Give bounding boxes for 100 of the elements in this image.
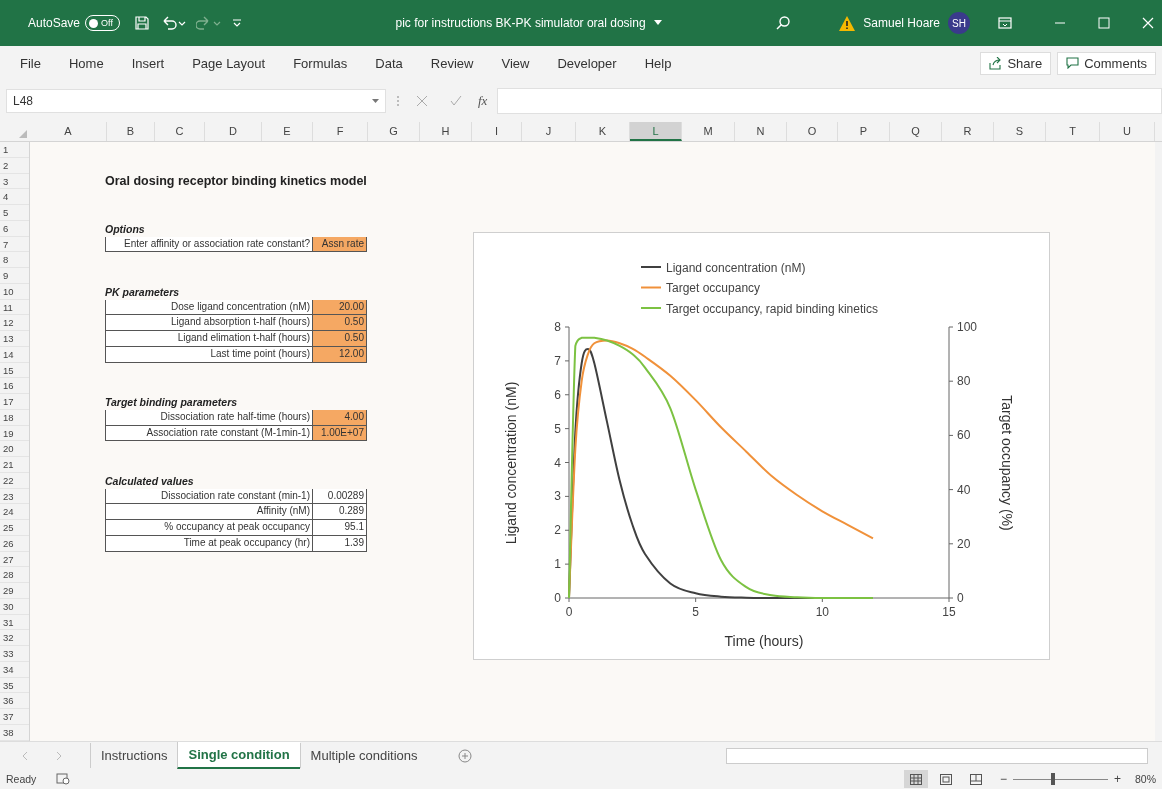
close-icon[interactable]	[1142, 17, 1154, 29]
row-header[interactable]: 25	[0, 520, 29, 536]
ribbon-display-icon[interactable]	[998, 17, 1012, 29]
value-cell[interactable]: 20.00	[313, 299, 367, 316]
row-header[interactable]: 8	[0, 252, 29, 268]
row-header[interactable]: 34	[0, 661, 29, 678]
column-header[interactable]: T	[1046, 122, 1100, 141]
row-header[interactable]: 1	[0, 142, 29, 158]
insert-function-button[interactable]: fx	[478, 93, 488, 109]
ribbon-tab[interactable]: Page Layout	[192, 55, 266, 71]
row-header[interactable]: 23	[0, 488, 29, 505]
ribbon-tab[interactable]: View	[501, 55, 530, 71]
search-icon[interactable]	[775, 15, 792, 31]
value-cell[interactable]: Assn rate	[313, 236, 367, 253]
macro-recorder-icon[interactable]	[56, 773, 71, 785]
row-header[interactable]: 27	[0, 551, 29, 568]
row-header[interactable]: 31	[0, 614, 29, 631]
column-header[interactable]: R	[942, 122, 994, 141]
row-header[interactable]: 9	[0, 268, 29, 284]
row-header[interactable]: 37	[0, 709, 29, 725]
ribbon-tab[interactable]: Review	[430, 55, 474, 71]
name-box[interactable]: L48	[6, 89, 386, 113]
row-header[interactable]: 5	[0, 205, 29, 221]
warning-icon[interactable]	[839, 15, 856, 31]
ribbon-tab[interactable]: File	[20, 55, 41, 71]
line-chart[interactable]: Ligand concentration (nM) Target occupancy Target occupancy, rapid binding kinetics 0 1 2 3 4 5 6 7 8 0 20 40 60 80 100 0 5 10 15 Time (hours) Ligand concentration (nM) Target occupancy (%)	[473, 232, 1050, 660]
row-header[interactable]: 17	[0, 394, 29, 410]
column-header[interactable]: P	[838, 122, 890, 141]
row-header[interactable]: 20	[0, 441, 29, 457]
normal-view-button[interactable]	[903, 770, 928, 788]
zoom-level[interactable]: 80%	[1135, 773, 1156, 785]
row-header[interactable]: 35	[0, 677, 29, 694]
row-header[interactable]: 19	[0, 425, 29, 442]
column-header[interactable]: S	[994, 122, 1046, 141]
user-name[interactable]: Samuel Hoare	[863, 16, 940, 30]
share-button[interactable]: Share	[980, 51, 1052, 75]
column-header[interactable]: Q	[890, 122, 942, 141]
row-header[interactable]: 38	[0, 724, 29, 741]
ribbon-tab[interactable]: Home	[68, 55, 104, 71]
row-header[interactable]: 33	[0, 646, 29, 662]
row-header[interactable]: 26	[0, 535, 29, 552]
row-header[interactable]: 12	[0, 315, 29, 331]
row-header[interactable]: 13	[0, 331, 29, 347]
column-header[interactable]: N	[735, 122, 787, 141]
zoom-out-button[interactable]: −	[999, 772, 1007, 786]
column-header[interactable]: D	[205, 122, 262, 141]
row-header[interactable]: 21	[0, 457, 29, 473]
row-header[interactable]: 15	[0, 362, 29, 379]
column-header[interactable]: L	[630, 122, 682, 141]
row-header[interactable]: 4	[0, 189, 29, 205]
row-header[interactable]: 30	[0, 598, 29, 615]
row-header[interactable]: 24	[0, 504, 29, 520]
row-header[interactable]: 32	[0, 630, 29, 646]
row-header[interactable]: 6	[0, 220, 29, 237]
row-header[interactable]: 36	[0, 693, 29, 709]
horizontal-scrollbar[interactable]	[726, 747, 1148, 764]
column-header[interactable]: I	[472, 122, 522, 141]
value-cell[interactable]: 0.50	[313, 315, 367, 331]
row-header[interactable]: 10	[0, 283, 29, 300]
maximize-icon[interactable]	[1098, 17, 1110, 29]
row-header[interactable]: 14	[0, 346, 29, 363]
sheet-tab[interactable]: Multiple conditions	[299, 743, 428, 768]
column-header[interactable]: U	[1100, 122, 1155, 141]
column-header[interactable]: H	[420, 122, 472, 141]
customize-caret-icon[interactable]	[231, 17, 242, 29]
column-header[interactable]: M	[682, 122, 735, 141]
check-icon[interactable]	[450, 95, 462, 107]
ribbon-tab[interactable]: Formulas	[293, 55, 348, 71]
ribbon-tab[interactable]: Help	[644, 55, 672, 71]
column-header[interactable]: O	[787, 122, 838, 141]
sheet-tab[interactable]: Single condition	[177, 742, 300, 769]
ribbon-tab[interactable]: Developer	[557, 55, 617, 71]
row-header[interactable]: 2	[0, 157, 29, 174]
column-header[interactable]: A	[30, 122, 107, 141]
zoom-thumb[interactable]	[1050, 773, 1055, 785]
row-header[interactable]: 22	[0, 472, 29, 489]
ribbon-tab[interactable]: Insert	[131, 55, 165, 71]
column-header[interactable]: B	[107, 122, 155, 141]
row-header[interactable]: 28	[0, 567, 29, 583]
zoom-in-button[interactable]: +	[1113, 772, 1121, 786]
row-header[interactable]: 3	[0, 173, 29, 190]
document-title[interactable]: pic for instructions BK-PK simulator oral dosing	[395, 16, 646, 30]
row-header[interactable]: 11	[0, 299, 29, 316]
save-icon[interactable]	[133, 15, 150, 31]
column-header[interactable]: E	[262, 122, 313, 141]
row-header[interactable]: 18	[0, 409, 29, 426]
column-header[interactable]: J	[522, 122, 576, 141]
comments-button[interactable]: Comments	[1057, 51, 1156, 75]
user-avatar[interactable]: SH	[948, 12, 970, 34]
column-header[interactable]: C	[155, 122, 205, 141]
column-header[interactable]: G	[368, 122, 420, 141]
column-header[interactable]: F	[313, 122, 368, 141]
row-header[interactable]: 29	[0, 583, 29, 599]
row-header[interactable]: 7	[0, 236, 29, 253]
value-cell[interactable]: 0.50	[313, 331, 367, 347]
formula-input[interactable]	[497, 88, 1162, 114]
ribbon-tab[interactable]: Data	[375, 55, 403, 71]
row-header[interactable]: 16	[0, 378, 29, 394]
value-cell[interactable]: 4.00	[313, 409, 367, 426]
caret-icon[interactable]	[653, 20, 662, 26]
